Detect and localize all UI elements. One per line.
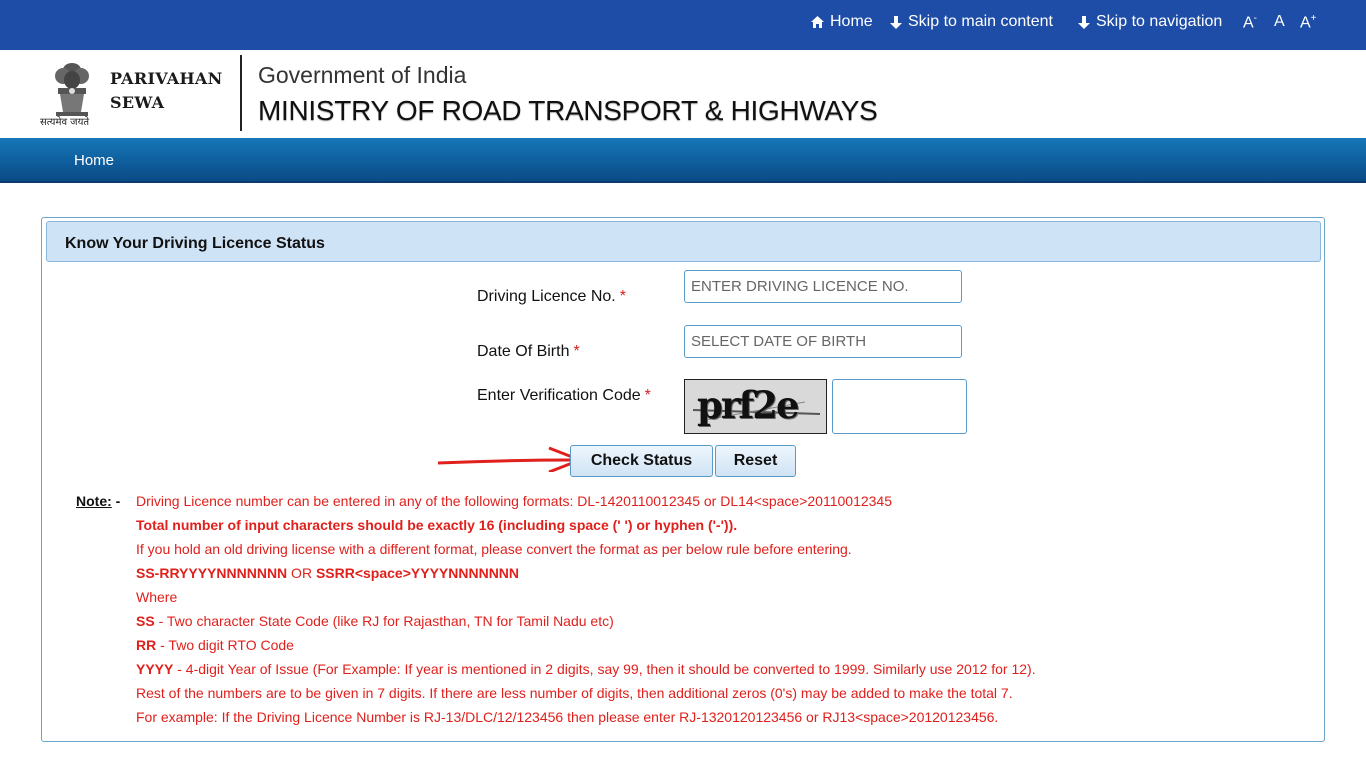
red-arrow-annotation — [437, 446, 584, 472]
font-normal-label: A — [1274, 13, 1285, 30]
note-line: Total number of input characters should … — [136, 517, 1306, 541]
note-line: Driving Licence number can be entered in… — [136, 493, 892, 509]
home-link[interactable]: Home — [810, 13, 873, 31]
header-divider — [240, 55, 242, 131]
skip-main-label: Skip to main content — [908, 13, 1053, 30]
note-text: - Two character State Code (like RJ for … — [154, 613, 614, 629]
note-line: Where — [136, 589, 178, 605]
note-line: SS - Two character State Code (like RJ f… — [136, 613, 1306, 637]
format-a: SS-RRYYYYNNNNNNN — [136, 565, 288, 581]
note-label: Note: - — [76, 493, 120, 509]
required-mark: * — [644, 387, 651, 404]
emblem-motto: सत्यमेव जयते — [40, 117, 90, 128]
note-key: SS — [136, 613, 155, 629]
home-icon — [811, 16, 824, 28]
panel-title: Know Your Driving Licence Status — [65, 235, 325, 252]
required-mark: * — [573, 343, 580, 360]
font-decrease-sup: - — [1253, 13, 1258, 24]
top-utility-bar: Home Skip to main content Skip to naviga… — [0, 0, 1366, 50]
arrow-down-icon — [1078, 15, 1090, 29]
captcha-text: prf2e — [697, 383, 800, 427]
dob-label: Date Of Birth * — [477, 343, 580, 361]
note-label-text: Note: — [76, 493, 112, 509]
note-line: RR - Two digit RTO Code — [136, 637, 1306, 661]
skip-main-content-link[interactable]: Skip to main content — [889, 13, 1053, 31]
dl-number-label-text: Driving Licence No. — [477, 288, 616, 305]
licence-status-panel: Know Your Driving Licence Status Driving… — [41, 217, 1325, 742]
main-navbar: Home — [0, 138, 1366, 183]
font-size-normal[interactable]: A — [1274, 13, 1285, 31]
font-increase-label: A — [1300, 14, 1311, 32]
note-list: Driving Licence number can be entered in… — [136, 493, 1306, 733]
dl-number-input[interactable] — [684, 270, 962, 303]
note-line: If you hold an old driving license with … — [136, 541, 852, 557]
dl-number-label: Driving Licence No. * — [477, 288, 626, 306]
arrow-down-icon — [890, 15, 902, 29]
captcha-label: Enter Verification Code * — [477, 387, 651, 405]
captcha-label-text: Enter Verification Code — [477, 387, 641, 404]
check-status-button[interactable]: Check Status — [570, 445, 713, 477]
brand-line-2: SEWA — [110, 93, 165, 112]
note-line: For example: If the Driving Licence Numb… — [136, 709, 999, 725]
dob-label-text: Date Of Birth — [477, 343, 570, 360]
note-line: YYYY - 4-digit Year of Issue (For Exampl… — [136, 661, 1306, 685]
note-key: RR — [136, 637, 157, 653]
home-link-label: Home — [830, 13, 873, 30]
parivahan-sewa-logo[interactable]: PARIVAHAN SEWA — [110, 67, 223, 115]
font-increase-sup: + — [1310, 13, 1317, 24]
note-line: SS-RRYYYYNNNNNNN OR SSRR<space>YYYYNNNNN… — [136, 565, 1306, 589]
brand-line-1: PARIVAHAN — [110, 69, 223, 88]
skip-nav-label: Skip to navigation — [1096, 13, 1223, 30]
font-size-decrease[interactable]: A- — [1243, 13, 1257, 32]
note-text: - Two digit RTO Code — [156, 637, 294, 653]
panel-header: Know Your Driving Licence Status — [46, 221, 1321, 262]
note-line: Rest of the numbers are to be given in 7… — [136, 685, 1013, 701]
dob-input[interactable] — [684, 325, 962, 358]
note-key: YYYY — [136, 661, 174, 677]
nav-home-link[interactable]: Home — [74, 152, 114, 169]
ministry-title: MINISTRY OF ROAD TRANSPORT & HIGHWAYS — [258, 95, 878, 126]
reset-button[interactable]: Reset — [715, 445, 796, 477]
note-dash: - — [115, 493, 121, 509]
captcha-input[interactable] — [832, 379, 967, 434]
site-header: सत्यमेव जयते PARIVAHAN SEWA Government o… — [0, 50, 1366, 138]
font-size-increase[interactable]: A+ — [1300, 13, 1317, 32]
format-b: SSRR<space>YYYYNNNNNNN — [315, 565, 520, 581]
note-text: - 4-digit Year of Issue (For Example: If… — [173, 661, 1036, 677]
note-line-bold: Total number of input characters should … — [136, 517, 738, 533]
government-title: Government of India — [258, 62, 467, 88]
skip-navigation-link[interactable]: Skip to navigation — [1077, 13, 1222, 31]
format-or: OR — [287, 565, 316, 581]
font-decrease-label: A — [1243, 14, 1254, 32]
captcha-image: prf2e — [684, 379, 827, 434]
required-mark: * — [619, 288, 626, 305]
